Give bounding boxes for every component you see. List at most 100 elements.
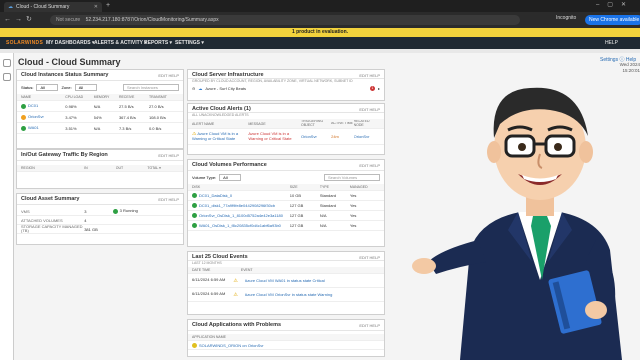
col-header[interactable]: REGION	[21, 166, 84, 170]
favicon-icon: ☁	[8, 4, 13, 10]
new-tab-button[interactable]: +	[106, 2, 110, 10]
table-row[interactable]: DC01_DataDisk_0 10 GB Standard Yes	[188, 191, 384, 201]
disk-name[interactable]: DC01_disk1_77a9f9fe8e0442908296f30cb	[199, 203, 275, 208]
disk-managed: Yes	[349, 193, 357, 198]
status-label: Status:	[21, 85, 34, 90]
edit-help-link[interactable]: EDIT HELP	[158, 197, 179, 202]
gateway-title: In/Out Gateway Traffic By Region	[21, 152, 108, 158]
panel-title: Cloud Instances Status Summary EDIT HELP	[17, 70, 183, 81]
evaluation-banner[interactable]: 1 product in evaluation.	[0, 28, 640, 37]
zone-select[interactable]: All	[74, 84, 97, 91]
col-header[interactable]: SIZE	[290, 185, 320, 189]
sidebar-icon[interactable]	[2, 59, 11, 67]
disk-size: 127 GB	[289, 223, 304, 228]
edit-help-link[interactable]: EDIT HELP	[359, 107, 380, 112]
alert-name[interactable]: Azure Cloud VM is in a Warning or Critic…	[192, 132, 238, 141]
events-title: Last 25 Cloud Events	[192, 254, 248, 260]
disk-managed: Yes	[349, 223, 357, 228]
table-row[interactable]: OrionSvr 3.47% 54% 367.4 B/s 108.0 B/s	[17, 112, 183, 123]
col-header[interactable]: ACTIVE TIME	[331, 122, 354, 126]
cloud-account-item[interactable]: Azure - Surf City Beats	[205, 86, 246, 91]
col-header[interactable]: RELATED NODE	[354, 120, 380, 127]
window-controls[interactable]: –▢✕	[596, 1, 634, 8]
transmit: 27.0 B/s	[148, 103, 164, 109]
instance-name[interactable]: OrionSvr	[28, 114, 44, 119]
running-icon	[112, 208, 118, 214]
solarwinds-logo[interactable]: SOLARWINDS	[6, 40, 43, 46]
disk-name[interactable]: WA01_OsDisk_1_f8c20835cf0d4c1abf6a93b0	[199, 223, 281, 228]
col-header[interactable]: RECEIVE	[119, 95, 149, 99]
disk-size: 127 GB	[289, 203, 304, 208]
expand-icon[interactable]: ⊖	[192, 86, 195, 91]
search-volumes-input[interactable]: Search Volumes	[324, 174, 380, 181]
event-text[interactable]: Azure Cloud VM WA01 in status state Crit…	[245, 278, 380, 283]
events-subtitle: LAST 12 MONTHS	[192, 261, 222, 265]
edit-help-link[interactable]: EDIT HELP	[359, 255, 380, 260]
sidebar-icon[interactable]	[2, 73, 11, 81]
instance-name[interactable]: DC01	[28, 103, 38, 108]
transmit: 0.0 B/s	[148, 125, 162, 131]
table-row[interactable]: WA01_OsDisk_1_f8c20835cf0d4c1abf6a93b0 1…	[188, 221, 384, 231]
nav-my-dashboards[interactable]: MY DASHBOARDS ▾	[46, 40, 95, 46]
nav-buttons[interactable]: ←→↻	[4, 15, 36, 23]
browser-toolbar: ←→↻ Not secure 52.234.217.180:8787/Orion…	[0, 12, 640, 28]
table-row[interactable]: WA01 3.51% N/A 7.3 B/s 0.0 B/s	[17, 123, 183, 134]
azure-icon: ☁	[198, 86, 203, 91]
table-row[interactable]: SOLARWINDS_ORION on OrionSvr	[188, 341, 384, 350]
col-header[interactable]: OUT	[116, 166, 148, 170]
col-header[interactable]: MEMORY	[94, 95, 119, 99]
edit-help-link[interactable]: EDIT HELP	[158, 153, 179, 158]
disk-name[interactable]: OrionSvr_OsDisk_1_8100d5752a4e42e3a1180	[199, 213, 283, 218]
edit-help-link[interactable]: EDIT HELP	[158, 73, 179, 78]
edit-help-link[interactable]: EDIT HELP	[359, 323, 380, 328]
problems-title: Cloud Applications with Problems	[192, 322, 282, 328]
col-header[interactable]: APPLICATION NAME	[192, 335, 226, 339]
col-header[interactable]: DISK	[192, 185, 290, 189]
col-header[interactable]: NAME	[21, 95, 65, 99]
col-header[interactable]: MANAGED	[350, 185, 380, 189]
nav-settings[interactable]: SETTINGS ▾	[175, 40, 204, 46]
volume-type-select[interactable]: All	[219, 174, 242, 181]
update-chrome-button[interactable]: New Chrome available	[585, 15, 640, 25]
browser-tab[interactable]: ☁ Cloud - Cloud Summary ✕	[4, 2, 102, 12]
table-row: ATTACHED VOLUMES 4	[17, 216, 183, 225]
cpu-load: 3.47%	[65, 114, 77, 120]
instance-name[interactable]: WA01	[28, 125, 39, 130]
app-status-icon	[192, 342, 197, 348]
address-bar[interactable]: Not secure 52.234.217.180:8787/Orion/Clo…	[50, 15, 520, 25]
expand-arrow-icon[interactable]: ▸	[378, 86, 380, 91]
col-header[interactable]: MESSAGE	[248, 122, 301, 126]
col-header[interactable]: TYPE	[320, 185, 350, 189]
close-tab-icon[interactable]: ✕	[94, 4, 98, 10]
event-time: 6/11/2024 6:59 AM	[192, 278, 226, 283]
col-header[interactable]: TOTAL ▾	[147, 166, 179, 170]
triggering-object[interactable]: OrionSvr	[301, 134, 331, 139]
disk-managed: Yes	[349, 203, 357, 208]
nav-reports[interactable]: REPORTS ▾	[144, 40, 172, 46]
table-header: DISK SIZE TYPE MANAGED	[188, 184, 384, 191]
col-header[interactable]: ALERT NAME	[192, 122, 248, 126]
table-row[interactable]: ⚠ Azure Cloud VM is in a Warning or Crit…	[188, 129, 384, 145]
search-instances-input[interactable]: Search Instances	[123, 84, 179, 91]
col-header[interactable]: IN	[84, 166, 116, 170]
col-header[interactable]: DATE TIME	[192, 268, 241, 272]
status-select[interactable]: All	[36, 84, 59, 91]
table-row[interactable]: OrionSvr_OsDisk_1_8100d5752a4e42e3a1180 …	[188, 211, 384, 221]
related-node[interactable]: OrionSvr	[354, 134, 380, 139]
edit-help-link[interactable]: EDIT HELP	[359, 163, 380, 168]
nav-alerts-activity[interactable]: ALERTS & ACTIVITY ▾	[94, 40, 147, 46]
disk-name[interactable]: DC01_DataDisk_0	[199, 193, 232, 198]
col-header[interactable]: TRANSMIT	[149, 95, 179, 99]
app-name[interactable]: SOLARWINDS_ORION on OrionSvr	[199, 343, 264, 348]
table-row: STORAGE CAPACITY MANAGED (TB) 381 GB	[17, 225, 183, 234]
incognito-indicator[interactable]: Incognito	[556, 15, 576, 21]
table-row[interactable]: DC01_disk1_77a9f9fe8e0442908296f30cb 127…	[188, 201, 384, 211]
event-text[interactable]: Azure Cloud VM OrionSvr in status state …	[245, 292, 380, 297]
edit-help-link[interactable]: EDIT HELP	[359, 73, 380, 78]
table-row[interactable]: DC01 0.98% N/A 27.5 B/s 27.0 B/s	[17, 101, 183, 112]
receive: 367.4 B/s	[118, 114, 136, 120]
col-header[interactable]: TRIGGERING OBJECT	[301, 120, 331, 127]
col-header[interactable]: CPU LOAD	[65, 95, 93, 99]
table-row: 6/11/2024 6:59 AM ⚠ Azure Cloud VM Orion…	[188, 288, 384, 302]
col-header[interactable]: EVENT	[241, 268, 380, 272]
